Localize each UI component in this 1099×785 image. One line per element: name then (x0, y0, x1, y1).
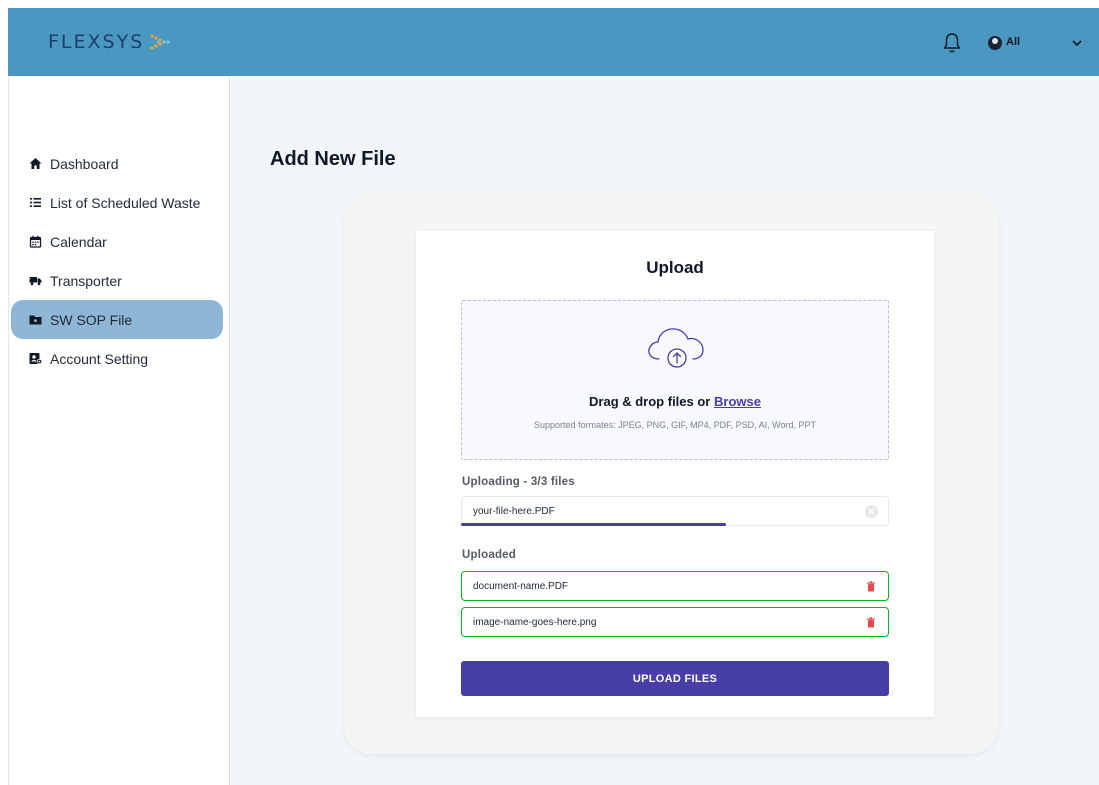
avatar[interactable] (988, 36, 1002, 50)
sidebar-nav: Dashboard List of Scheduled Waste Calend… (9, 144, 231, 378)
user-filter-label[interactable]: All (1006, 36, 1020, 48)
calendar-icon (29, 235, 42, 248)
sidebar-item-label: Dashboard (50, 155, 119, 172)
trash-icon[interactable] (866, 581, 876, 592)
home-icon (29, 157, 42, 170)
sidebar-item-sw-sop-file[interactable]: SW SOP File (11, 300, 223, 339)
cloud-upload-icon (648, 328, 704, 368)
folder-icon (29, 313, 42, 326)
cancel-upload-icon[interactable] (865, 505, 878, 518)
uploading-label: Uploading - 3/3 files (462, 476, 575, 488)
account-settings-icon (29, 352, 42, 365)
trash-icon[interactable] (866, 617, 876, 628)
sidebar-item-transporter[interactable]: Transporter (9, 261, 231, 300)
sidebar-item-scheduled-waste[interactable]: List of Scheduled Waste (9, 183, 231, 222)
file-dropzone[interactable]: Drag & drop files or Browse Supported fo… (461, 300, 889, 460)
drag-drop-text: Drag & drop files or Browse (462, 394, 888, 409)
uploaded-label: Uploaded (462, 549, 516, 561)
sidebar-item-label: Account Setting (50, 350, 149, 367)
page-title: Add New File (270, 148, 396, 170)
upload-files-button[interactable]: UPLOAD FILES (461, 661, 889, 696)
uploaded-file-name: image-name-goes-here.png (473, 616, 597, 628)
sidebar-item-label: List of Scheduled Waste (50, 194, 201, 211)
sidebar-item-label: Transporter (50, 272, 122, 289)
drag-drop-label: Drag & drop files or (589, 394, 711, 409)
top-bar: FLEXSYS All (8, 8, 1099, 76)
uploaded-file-row: image-name-goes-here.png (461, 607, 889, 637)
logo-text: FLEXSYS (48, 31, 145, 53)
sidebar: Dashboard List of Scheduled Waste Calend… (8, 76, 230, 785)
uploading-file-name: your-file-here.PDF (473, 505, 555, 517)
uploaded-file-name: document-name.PDF (473, 580, 569, 592)
upload-card: Upload Drag & drop files or Browse Suppo… (416, 231, 934, 717)
list-icon (29, 196, 42, 209)
supported-formats: Supported formates: JPEG, PNG, GIF, MP4,… (534, 420, 816, 430)
upload-progress-bar (461, 523, 727, 526)
bell-icon[interactable] (943, 32, 961, 54)
main-content: Add New File Upload Drag & drop files or… (231, 76, 1099, 785)
browse-link[interactable]: Browse (714, 394, 761, 409)
upload-title: Upload (646, 258, 704, 277)
sidebar-item-dashboard[interactable]: Dashboard (9, 144, 231, 183)
sidebar-item-account-setting[interactable]: Account Setting (9, 339, 231, 378)
chevron-down-icon[interactable] (1071, 38, 1083, 48)
sidebar-item-label: Calendar (50, 233, 107, 250)
upload-card-container: Upload Drag & drop files or Browse Suppo… (344, 194, 998, 754)
uploaded-file-row: document-name.PDF (461, 571, 889, 601)
logo[interactable]: FLEXSYS (48, 30, 172, 54)
sidebar-item-calendar[interactable]: Calendar (9, 222, 231, 261)
uploading-file-row: your-file-here.PDF (461, 496, 889, 526)
logo-mark-icon (150, 34, 170, 50)
truck-icon (29, 274, 42, 287)
sidebar-item-label: SW SOP File (50, 311, 133, 328)
